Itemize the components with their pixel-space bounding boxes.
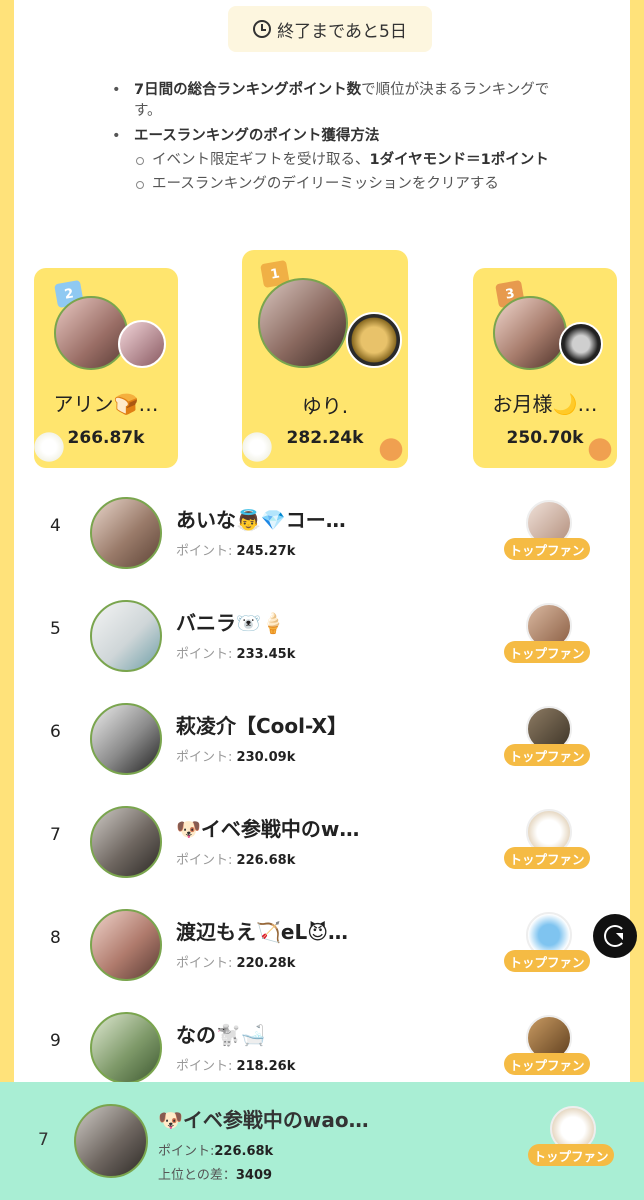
rank-number: 9: [50, 1031, 61, 1051]
podium-name: お月様🌙…: [492, 392, 598, 416]
ranking-row-4[interactable]: 4 あいな👼💎コー… ポイント: 245.27k トップファン: [14, 484, 630, 587]
my-name: 🐶イベ参戦中のwao…: [158, 1108, 369, 1132]
dog-icon: [374, 428, 408, 464]
my-top-fan-badge[interactable]: トップファン: [528, 1106, 614, 1170]
points-line: ポイント: 230.09k: [176, 750, 296, 765]
ranking-rules: • 7日間の総合ランキングポイント数で順位が決まるランキングです。 • エースラ…: [112, 80, 552, 195]
countdown-label: 終了まであと5日: [277, 21, 407, 42]
avatar: [90, 703, 162, 775]
podium-card-rank-3[interactable]: 3 お月様🌙… 250.70k: [473, 268, 617, 468]
dandelion-decoration: [34, 430, 66, 464]
user-name: あいな👼💎コー…: [176, 508, 346, 532]
points-line: ポイント: 233.45k: [176, 647, 296, 662]
avatar: [493, 296, 567, 370]
rule-2-sub-1b: 1ダイヤモンド＝1ポイント: [369, 152, 549, 168]
dog-icon: [583, 428, 617, 464]
avatar: [54, 296, 128, 370]
my-gap-line: 上位との差：3409: [158, 1168, 273, 1183]
clock-icon: [253, 20, 272, 38]
user-name: 萩凌介【Cool-X】: [176, 714, 348, 738]
top-fan-badge[interactable]: トップファン: [504, 500, 590, 564]
top-fan-badge[interactable]: トップファン: [504, 809, 590, 873]
ranking-row-7[interactable]: 7 🐶イベ参戦中のw… ポイント: 226.68k トップファン: [14, 793, 630, 896]
avatar: [90, 909, 162, 981]
rank-number: 8: [50, 928, 61, 948]
avatar: [90, 1012, 162, 1084]
refresh-icon: [604, 925, 626, 947]
podium-name: アリン🍞…: [53, 392, 159, 416]
user-name: 渡辺もえ🏹eL😈…: [176, 920, 349, 944]
user-name: 🐶イベ参戦中のw…: [176, 817, 360, 841]
rule-1-bold: 7日間の総合ランキングポイント数: [134, 82, 362, 98]
top-fan-badge[interactable]: トップファン: [504, 1015, 590, 1079]
top-fan-label: トップファン: [504, 950, 590, 972]
avatar: [90, 806, 162, 878]
rule-2: エースランキングのポイント獲得方法: [134, 128, 380, 144]
my-avatar: [74, 1104, 148, 1178]
ranking-row-6[interactable]: 6 萩凌介【Cool-X】 ポイント: 230.09k トップファン: [14, 690, 630, 793]
points-line: ポイント: 226.68k: [176, 853, 296, 868]
top-fan-label: トップファン: [504, 538, 590, 560]
top-fan-label: トップファン: [504, 641, 590, 663]
avatar: [90, 600, 162, 672]
top-fan-badge[interactable]: トップファン: [504, 603, 590, 667]
my-points-line: ポイント:226.68k: [158, 1144, 274, 1159]
countdown-timer: 終了まであと5日: [228, 6, 432, 52]
top-fan-label: トップファン: [504, 1053, 590, 1075]
podium-name: ゆり.: [301, 394, 349, 418]
avatar: [258, 278, 348, 368]
partner-avatar: [559, 322, 603, 366]
partner-avatar: [118, 320, 166, 368]
podium-card-rank-1[interactable]: 1 ゆり. 282.24k: [242, 250, 408, 468]
top-fan-badge[interactable]: トップファン: [504, 912, 590, 976]
top-fan-label: トップファン: [504, 847, 590, 869]
rank-number: 5: [50, 619, 61, 639]
ranking-row-8[interactable]: 8 渡辺もえ🏹eL😈… ポイント: 220.28k トップファン: [14, 896, 630, 999]
ranking-row-5[interactable]: 5 バニラ🐻‍❄️🍦 ポイント: 233.45k トップファン: [14, 587, 630, 690]
top-fan-badge[interactable]: トップファン: [504, 706, 590, 770]
rank-number: 7: [50, 825, 61, 845]
partner-avatar: [346, 312, 402, 368]
points-line: ポイント: 245.27k: [176, 544, 296, 559]
user-name: バニラ🐻‍❄️🍦: [176, 611, 286, 635]
top-fan-label: トップファン: [504, 744, 590, 766]
rank-number: 4: [50, 516, 61, 536]
podium-card-rank-2[interactable]: 2 アリン🍞… 266.87k: [34, 268, 178, 468]
points-line: ポイント: 218.26k: [176, 1059, 296, 1074]
points-line: ポイント: 220.28k: [176, 956, 296, 971]
refresh-button[interactable]: [593, 914, 637, 958]
top-fan-label: トップファン: [528, 1144, 614, 1166]
my-rank-number: 7: [38, 1130, 49, 1150]
rank-number: 6: [50, 722, 61, 742]
rule-2-sub-1a: イベント限定ギフトを受け取る、: [152, 152, 370, 168]
rule-2-sub-2: エースランキングのデイリーミッションをクリアする: [152, 176, 499, 192]
dandelion-decoration: [242, 430, 274, 464]
my-ranking-bar[interactable]: 7 🐶イベ参戦中のwao… ポイント:226.68k 上位との差：3409 トッ…: [0, 1082, 644, 1200]
avatar: [90, 497, 162, 569]
user-name: なの🐩🛁: [176, 1023, 266, 1047]
